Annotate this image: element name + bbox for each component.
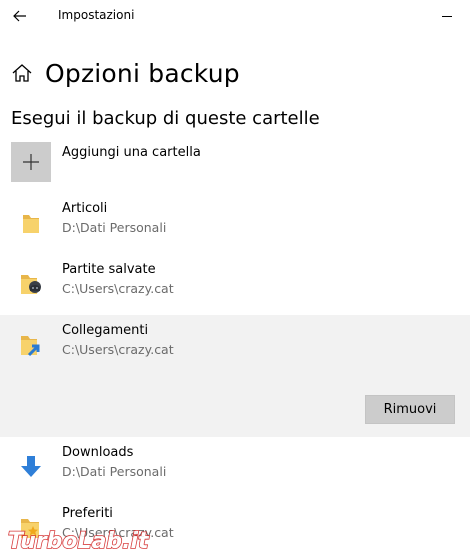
folder-path: C:\Users\crazy.cat	[62, 342, 174, 357]
remove-button[interactable]: Rimuovi	[365, 395, 455, 424]
folder-item-articoli[interactable]: Articoli D:\Dati Personali	[0, 193, 470, 253]
minimize-button[interactable]	[424, 0, 470, 32]
links-folder-icon	[21, 336, 40, 357]
folder-icon	[23, 215, 39, 233]
folder-path: D:\Dati Personali	[62, 464, 167, 479]
folder-name: Collegamenti	[62, 323, 149, 338]
page-title: Opzioni backup	[45, 58, 240, 88]
folder-name: Partite salvate	[62, 262, 156, 277]
title-bar: Impostazioni	[0, 0, 470, 32]
add-folder-button[interactable]: Aggiungi una cartella	[11, 142, 451, 182]
section-title: Esegui il backup di queste cartelle	[11, 108, 320, 129]
folder-name: Downloads	[62, 445, 134, 460]
svg-text:TurboLab.it: TurboLab.it	[8, 529, 150, 554]
folder-path: C:\Users\crazy.cat	[62, 281, 174, 296]
add-folder-label: Aggiungi una cartella	[62, 145, 201, 160]
download-arrow-icon	[21, 456, 41, 477]
add-box[interactable]	[11, 142, 51, 182]
home-icon[interactable]	[11, 62, 33, 84]
plus-icon	[23, 154, 39, 170]
app-title: Impostazioni	[58, 8, 135, 22]
back-arrow-icon	[13, 10, 26, 22]
saved-games-folder-icon	[21, 275, 41, 294]
page-header: Opzioni backup	[11, 56, 240, 90]
turbolab-watermark: TurboLab.it	[7, 528, 151, 554]
folder-item-collegamenti[interactable]: Collegamenti C:\Users\crazy.cat Rimuovi	[0, 315, 470, 437]
folder-name: Preferiti	[62, 506, 113, 521]
folder-item-downloads[interactable]: Downloads D:\Dati Personali	[0, 437, 470, 497]
folder-name: Articoli	[62, 201, 108, 216]
folder-item-partite-salvate[interactable]: Partite salvate C:\Users\crazy.cat	[0, 254, 470, 314]
folder-path: D:\Dati Personali	[62, 220, 167, 235]
back-button[interactable]	[0, 0, 40, 32]
